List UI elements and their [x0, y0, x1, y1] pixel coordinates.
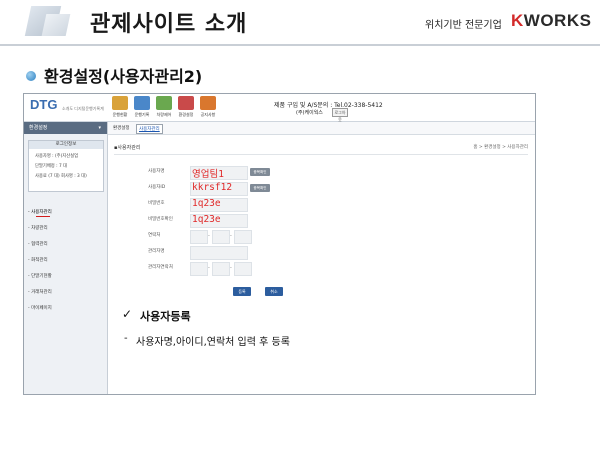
field-label: 비밀번호확인: [148, 217, 173, 222]
login-info-row: 단말기배정 : 7 대: [35, 164, 67, 169]
sidebar-item-my-page[interactable]: - 마이페이지: [28, 304, 104, 320]
sidebar-item-label: 단말기현황: [31, 274, 52, 279]
sidebar-header-label: 환경설정: [29, 125, 48, 131]
toolbar-settings-icon[interactable]: [178, 96, 194, 110]
login-info-row: 사용자명 : (주)지산실업: [35, 154, 79, 159]
dash-separator: -: [208, 265, 210, 271]
contact-input-1[interactable]: [190, 230, 208, 244]
manager-contact-input-1[interactable]: [190, 262, 208, 276]
app-logo: DTG: [30, 97, 58, 112]
sidebar-item-terminal-status[interactable]: - 단말기현황: [28, 272, 104, 288]
logo-text: WORKS: [523, 11, 592, 30]
form-row-password: 비밀번호 1q23e: [144, 198, 444, 212]
dash-separator: -: [230, 233, 232, 239]
kworks-logo: KWORKS: [511, 11, 591, 31]
slide-title-bar: 관제사이트 소개 위치기반 전문기업 KWORKS: [0, 0, 600, 46]
sidebar-header: 환경설정 ▾: [24, 122, 107, 134]
check-duplicate-button[interactable]: 중복확인: [250, 184, 270, 192]
toolbar-label: 공지사항: [200, 112, 216, 117]
chevron-down-icon[interactable]: ▾: [98, 122, 101, 134]
tab-user-management[interactable]: 사용자관리: [136, 124, 163, 134]
slide-title: 관제사이트 소개: [90, 12, 248, 37]
toolbar-records-icon[interactable]: [134, 96, 150, 110]
field-label: 비밀번호: [148, 201, 165, 206]
sidebar-item-label: 거래처관리: [31, 290, 52, 295]
note-title: 사용자등록: [140, 310, 191, 323]
logout-button[interactable]: 로그아웃: [332, 108, 348, 122]
sidebar-item-label: 사용자관리: [31, 210, 52, 215]
company-name: (주)케이웍스: [296, 110, 323, 116]
contact-input-3[interactable]: [234, 230, 252, 244]
brand-tagline: 위치기반 전문기업: [425, 20, 502, 31]
form-row-contact: 연락처 - -: [144, 230, 444, 244]
check-duplicate-button[interactable]: 중복확인: [250, 168, 270, 176]
tab-bar: 환경설정 사용자관리: [108, 122, 535, 135]
section-heading: 환경설정(사용자관리2): [44, 67, 203, 86]
title-divider: [0, 44, 600, 46]
sidebar-menu: - 사용자관리 - 차량관리 - 협력관리 - 화적관리 - 단말기현황 - 거…: [28, 208, 104, 320]
sidebar-item-cargo-management[interactable]: - 화적관리: [28, 256, 104, 272]
form-row-manager-contact: 관리자연락처 - -: [144, 262, 444, 276]
note-dash: -: [124, 333, 128, 344]
bullet-icon: [26, 71, 36, 81]
page-header: ▪사용자관리 홈 > 환경설정 > 사용자관리: [114, 144, 528, 155]
toolbar-label: 환경설정: [178, 112, 194, 117]
sidebar-item-label: 마이페이지: [31, 306, 52, 311]
password-confirm-value: 1q23e: [192, 214, 221, 225]
breadcrumb: 홈 > 환경설정 > 사용자관리: [473, 145, 528, 150]
contact-input-2[interactable]: [212, 230, 230, 244]
app-logo-subtitle: 소개도 디지털운행기록계: [62, 106, 104, 111]
toolbar-status-icon[interactable]: [112, 96, 128, 110]
login-info-box: 로그인정보 사용자명 : (주)지산실업 단말기배정 : 7 대 사용료 (7 …: [28, 140, 104, 192]
field-label: 사용자명: [148, 169, 165, 174]
sidebar-item-label: 차량관리: [31, 226, 48, 231]
field-label: 연락처: [148, 233, 161, 238]
page-title: ▪사용자관리: [114, 145, 141, 151]
sidebar-item-user-management[interactable]: - 사용자관리: [28, 208, 104, 224]
manager-contact-input-2[interactable]: [212, 262, 230, 276]
app-header: DTG 소개도 디지털운행기록계 운행현황 운행기록 차량제어 환경설정 공지사…: [24, 94, 535, 122]
toolbar-label: 차량제어: [156, 112, 172, 117]
cancel-button[interactable]: 취소: [265, 287, 283, 296]
page-title-text: 사용자관리: [117, 145, 141, 151]
contact-info: 제품 구입 및 A/S문의 : Tel.02-338-5412: [274, 102, 383, 109]
note-description: 사용자명,아이디,연락처 입력 후 등록: [136, 337, 290, 348]
toolbar-label: 운행기록: [134, 112, 150, 117]
field-label: 관리자명: [148, 249, 165, 254]
dash-separator: -: [208, 233, 210, 239]
app-sidebar: 환경설정 ▾ 로그인정보 사용자명 : (주)지산실업 단말기배정 : 7 대 …: [24, 122, 108, 394]
toolbar-label: 운행현황: [112, 112, 128, 117]
sidebar-item-client-management[interactable]: - 거래처관리: [28, 288, 104, 304]
sidebar-item-label: 화적관리: [31, 258, 48, 263]
field-label: 관리자연락처: [148, 265, 173, 270]
register-button[interactable]: 등록: [233, 287, 251, 296]
dash-separator: -: [230, 265, 232, 271]
login-info-row: 사용료 (7 대) 회사명 : 3 대): [35, 174, 87, 179]
userid-value: kkrsf12: [192, 182, 233, 193]
active-underline: [36, 216, 50, 217]
form-row-password-confirm: 비밀번호확인 1q23e: [144, 214, 444, 228]
sidebar-item-partner-management[interactable]: - 협력관리: [28, 240, 104, 256]
username-value: 영업팀1: [192, 169, 224, 180]
title-decoration: [41, 14, 71, 36]
sidebar-item-vehicle-management[interactable]: - 차량관리: [28, 224, 104, 240]
login-info-title: 로그인정보: [29, 141, 103, 149]
checkmark-icon: ✓: [122, 307, 133, 321]
app-main: 환경설정 사용자관리 ▪사용자관리 홈 > 환경설정 > 사용자관리 사용자명 …: [108, 122, 535, 394]
logo-k: K: [511, 11, 524, 30]
field-label: 사용자ID: [148, 185, 166, 190]
manager-name-input[interactable]: [190, 246, 248, 260]
toolbar-vehicle-icon[interactable]: [156, 96, 172, 110]
password-value: 1q23e: [192, 198, 221, 209]
toolbar-notice-icon[interactable]: [200, 96, 216, 110]
form-row-userid: 사용자ID kkrsf12 중복확인: [144, 182, 444, 196]
form-row-username: 사용자명 영업팀1 중복확인: [144, 166, 444, 180]
form-row-manager-name: 관리자명: [144, 246, 444, 260]
manager-contact-input-3[interactable]: [234, 262, 252, 276]
app-screenshot: DTG 소개도 디지털운행기록계 운행현황 운행기록 차량제어 환경설정 공지사…: [23, 93, 536, 395]
tab-settings[interactable]: 환경설정: [111, 124, 132, 132]
sidebar-item-label: 협력관리: [31, 242, 48, 247]
